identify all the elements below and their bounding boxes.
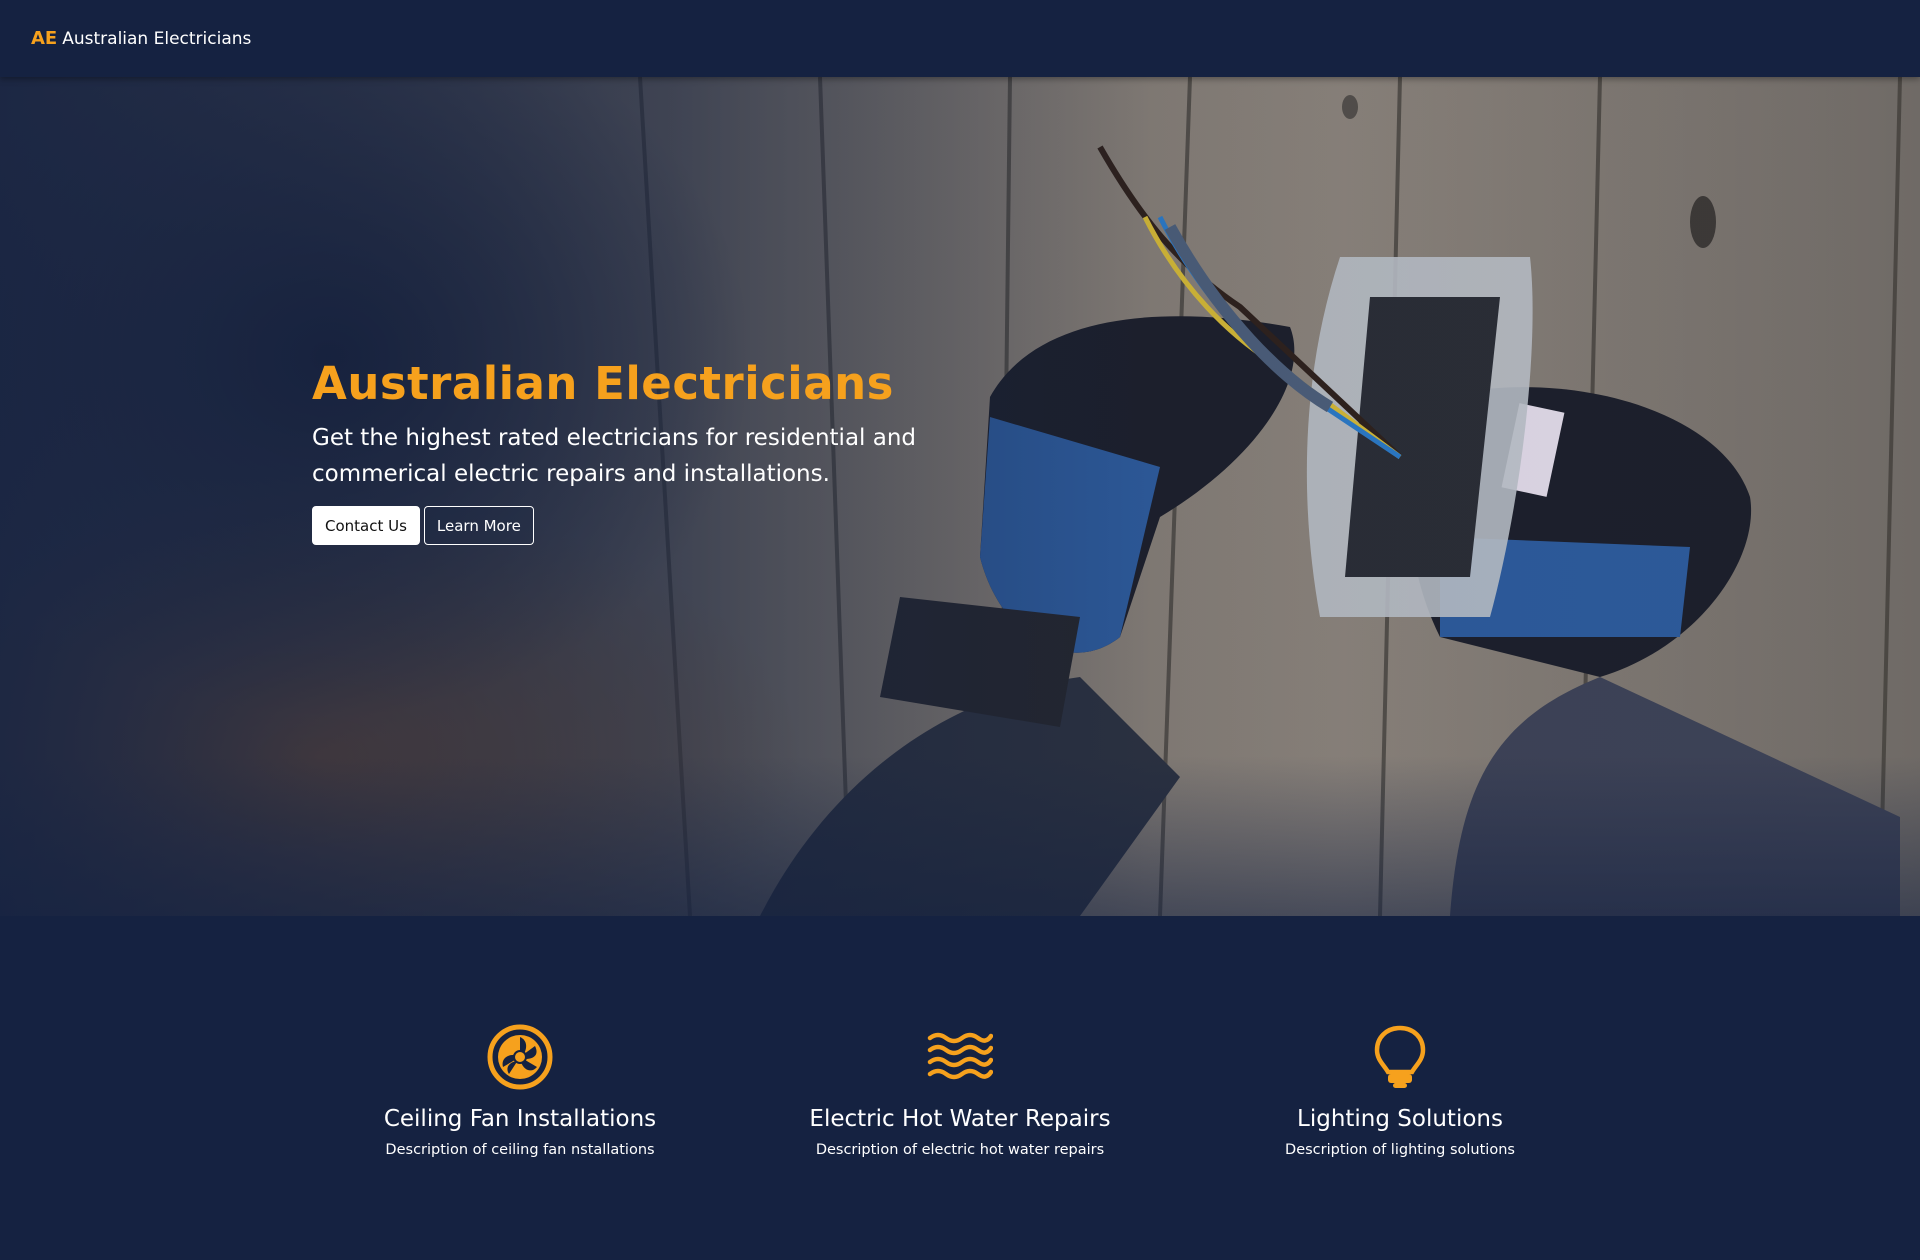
hero-buttons: Contact Us Learn More [312,506,952,546]
hot-water-waves-icon [927,1032,993,1080]
hero-section: Australian Electricians Get the highest … [0,77,1920,916]
service-description: Description of ceiling fan nstallations [385,1142,655,1158]
hero-bottom-fade [0,756,1920,916]
lightbulb-icon [1374,1025,1426,1088]
learn-more-button[interactable]: Learn More [423,506,534,546]
brand-mark: AE [31,28,58,49]
services-section: Ceiling Fan Installations Description of… [0,916,1920,1260]
brand-link[interactable]: AE Australian Electricians [31,28,251,49]
service-lighting: Lighting Solutions Description of lighti… [1190,1024,1610,1158]
service-ceiling-fan: Ceiling Fan Installations Description of… [310,1024,730,1158]
navbar: AE Australian Electricians [0,0,1920,77]
service-title: Lighting Solutions [1297,1106,1503,1132]
hero-title: Australian Electricians [312,357,894,410]
service-hot-water: Electric Hot Water Repairs Description o… [750,1024,1170,1158]
service-title: Electric Hot Water Repairs [809,1106,1111,1132]
hero-content: Australian Electricians Get the highest … [312,357,952,546]
service-description: Description of electric hot water repair… [815,1142,1105,1158]
contact-us-button[interactable]: Contact Us [312,506,420,546]
service-description: Description of lighting solutions [1285,1142,1515,1158]
hero-subtitle: Get the highest rated electricians for r… [312,425,917,487]
ceiling-fan-icon [487,1024,553,1090]
service-title: Ceiling Fan Installations [383,1106,657,1132]
brand-text: Australian Electricians [62,29,252,49]
